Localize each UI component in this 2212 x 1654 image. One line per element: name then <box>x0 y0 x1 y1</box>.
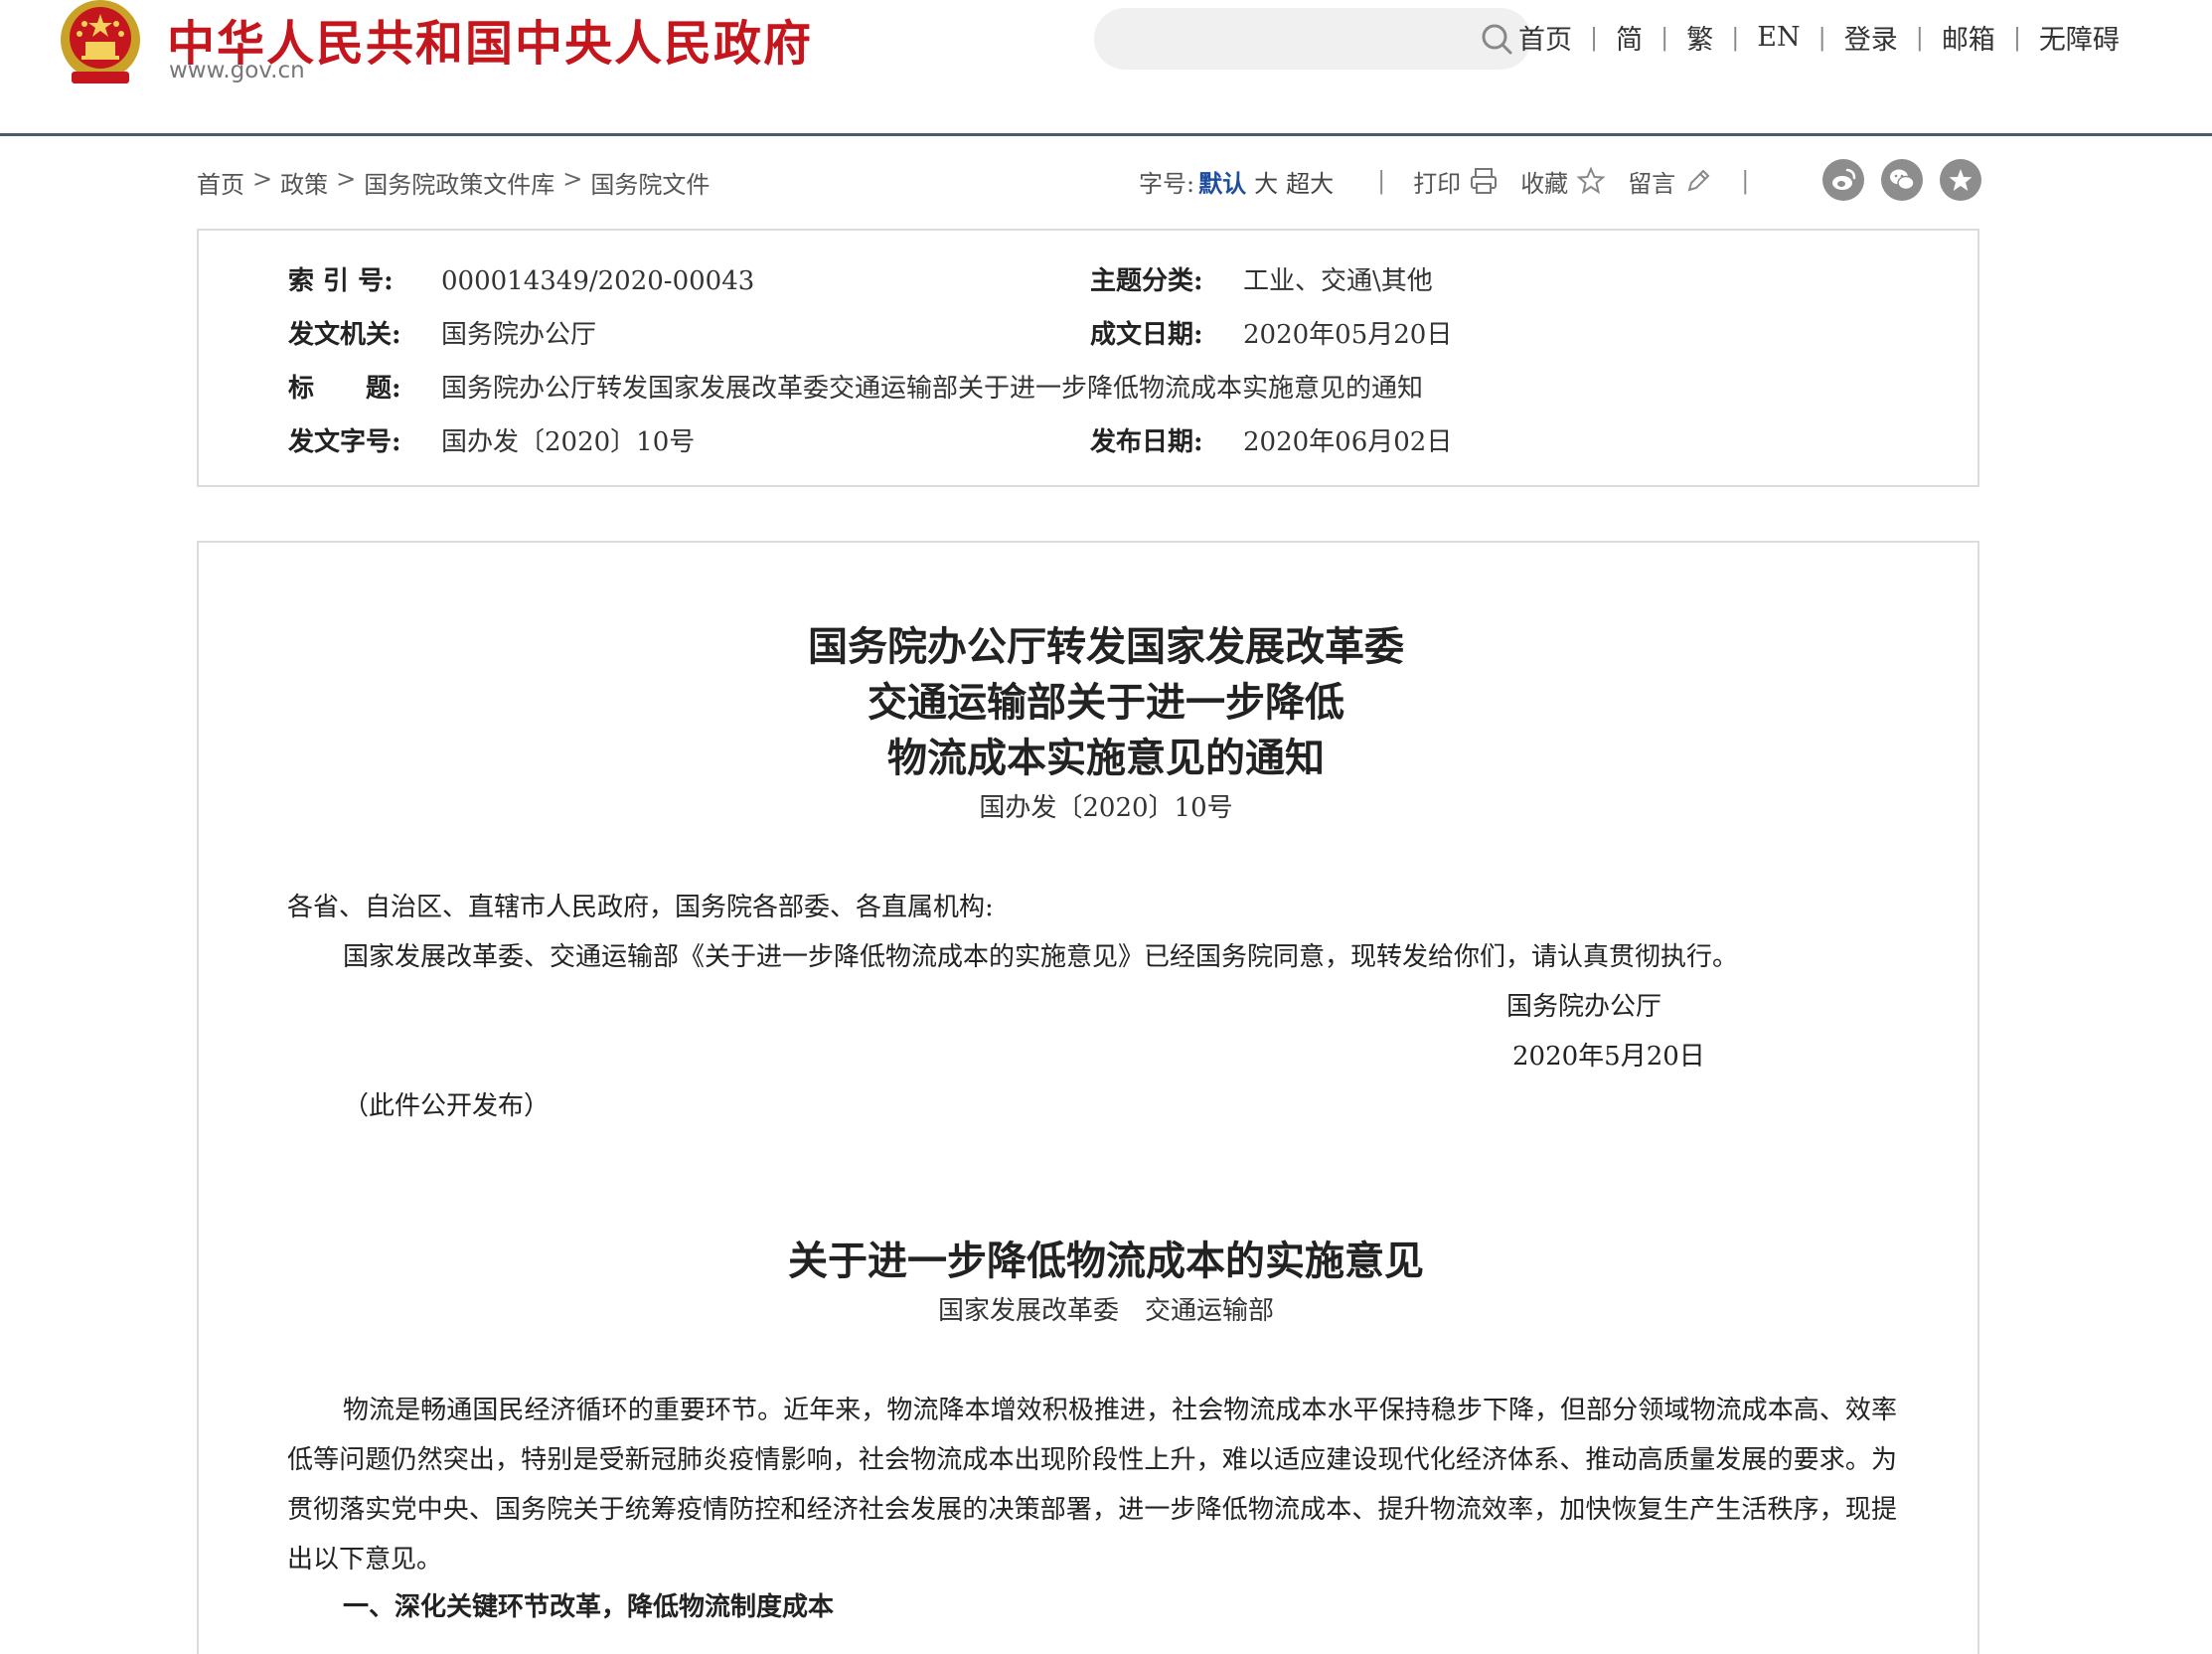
wechat-share-button[interactable] <box>1881 159 1923 201</box>
header-divider <box>0 133 2212 136</box>
top-nav: 首页 | 简 | 繁 | EN | 登录 | 邮箱 | 无障碍 <box>1518 18 2120 57</box>
info-topic-value: 工业、交通\其他 <box>1243 266 1433 296</box>
info-issuer-value: 国务院办公厅 <box>441 320 597 350</box>
breadcrumb: 首页 > 政策 > 国务院政策文件库 > 国务院文件 <box>197 165 710 200</box>
document-title-line-2: 交通运输部关于进一步降低 <box>868 679 1344 726</box>
nav-accessibility[interactable]: 无障碍 <box>2039 18 2120 57</box>
toolbar-divider: | <box>1741 167 1750 195</box>
article-toolbar: 字号: 默认 大 超大 | 打印 收藏 留言 | <box>1139 161 1749 201</box>
nav-divider: | <box>1660 23 1669 52</box>
star-outline-icon[interactable] <box>1576 166 1606 196</box>
print-icon[interactable] <box>1469 166 1499 196</box>
nav-login[interactable]: 登录 <box>1844 18 1898 57</box>
info-written-label: 成文日期: <box>1090 320 1203 350</box>
signer: 国务院办公厅 <box>1506 992 1662 1022</box>
sign-date: 2020年5月20日 <box>1512 1042 1705 1072</box>
comment-button-label[interactable]: 留言 <box>1628 164 1675 199</box>
breadcrumb-separator: > <box>562 165 583 193</box>
breadcrumb-policy-library[interactable]: 国务院政策文件库 <box>364 165 554 200</box>
favorite-share-button[interactable] <box>1940 159 1981 201</box>
info-docno-label: 发文字号: <box>288 427 401 457</box>
print-button-label[interactable]: 打印 <box>1413 164 1461 199</box>
search-input[interactable] <box>1094 8 1531 70</box>
info-docno-value: 国办发〔2020〕10号 <box>441 427 696 457</box>
opinion-title: 关于进一步降低物流成本的实施意见 <box>788 1238 1424 1284</box>
document-number: 国办发〔2020〕10号 <box>979 793 1233 823</box>
info-written-date: 成文日期: 2020年05月20日 <box>1090 314 1452 351</box>
info-topic: 主题分类: 工业、交通\其他 <box>1090 260 1433 297</box>
weibo-share-button[interactable] <box>1822 159 1864 201</box>
document-title-line-1: 国务院办公厅转发国家发展改革委 <box>808 623 1404 670</box>
info-doc-number: 发文字号: 国办发〔2020〕10号 <box>288 421 695 458</box>
nav-english[interactable]: EN <box>1757 22 1800 53</box>
info-topic-label: 主题分类: <box>1090 266 1203 296</box>
public-release-note: （此件公开发布） <box>343 1091 551 1121</box>
info-title-label: 标 题: <box>288 374 401 404</box>
nav-divider: | <box>1915 23 1924 52</box>
info-index-label: 索 引 号: <box>288 266 394 296</box>
toolbar-divider: | <box>1377 167 1386 195</box>
nav-divider: | <box>1731 23 1740 52</box>
info-title-value: 国务院办公厅转发国家发展改革委交通运输部关于进一步降低物流成本实施意见的通知 <box>441 374 1424 404</box>
font-size-xlarge[interactable]: 超大 <box>1286 164 1334 199</box>
breadcrumb-separator: > <box>336 165 357 193</box>
breadcrumb-policy[interactable]: 政策 <box>280 165 328 200</box>
info-published-value: 2020年06月02日 <box>1243 427 1453 457</box>
info-published-label: 发布日期: <box>1090 427 1203 457</box>
nav-divider: | <box>1590 23 1599 52</box>
info-written-value: 2020年05月20日 <box>1243 320 1453 350</box>
opinion-authors: 国家发展改革委 交通运输部 <box>937 1296 1274 1326</box>
favorite-button-label[interactable]: 收藏 <box>1520 164 1568 199</box>
info-issuer: 发文机关: 国务院办公厅 <box>288 314 596 351</box>
wechat-icon <box>1890 169 1915 191</box>
info-index: 索 引 号: 000014349/2020-00043 <box>288 260 754 297</box>
site-url[interactable]: www.gov.cn <box>169 58 305 83</box>
pencil-icon[interactable] <box>1683 166 1713 196</box>
font-size-large[interactable]: 大 <box>1254 164 1278 199</box>
nav-divider: | <box>2012 23 2021 52</box>
breadcrumb-separator: > <box>252 165 273 193</box>
nav-mailbox[interactable]: 邮箱 <box>1942 18 1995 57</box>
favorite-star-icon <box>1949 169 1973 191</box>
font-size-label: 字号: <box>1139 169 1195 198</box>
addressee: 各省、自治区、直辖市人民政府，国务院各部委、各直属机构: <box>287 893 994 922</box>
nav-divider: | <box>1817 23 1826 52</box>
breadcrumb-state-council-docs[interactable]: 国务院文件 <box>590 165 710 200</box>
nav-home[interactable]: 首页 <box>1518 18 1572 57</box>
nav-traditional[interactable]: 繁 <box>1686 18 1713 57</box>
document-title-line-3: 物流成本实施意见的通知 <box>887 735 1325 781</box>
info-published-date: 发布日期: 2020年06月02日 <box>1090 421 1452 458</box>
info-issuer-label: 发文机关: <box>288 320 401 350</box>
info-index-value: 000014349/2020-00043 <box>441 266 755 296</box>
breadcrumb-home[interactable]: 首页 <box>197 165 244 200</box>
font-size-default[interactable]: 默认 <box>1198 164 1246 199</box>
nav-simplified[interactable]: 简 <box>1616 18 1643 57</box>
site-header: 中华人民共和国中央人民政府 www.gov.cn 首页 | 简 | 繁 | EN… <box>0 0 2212 136</box>
info-title: 标 题: 国务院办公厅转发国家发展改革委交通运输部关于进一步降低物流成本实施意见的… <box>288 368 1423 405</box>
notice-paragraph: 国家发展改革委、交通运输部《关于进一步降低物流成本的实施意见》已经国务院同意，现… <box>343 942 1739 972</box>
body-paragraph: 物流是畅通国民经济循环的重要环节。近年来，物流降本增效积极推进，社会物流成本水平… <box>287 1396 1897 1574</box>
section-heading-one: 一、深化关键环节改革，降低物流制度成本 <box>343 1592 835 1622</box>
search-icon[interactable] <box>1480 22 1513 56</box>
weibo-icon <box>1832 168 1856 190</box>
national-emblem-icon[interactable] <box>58 0 143 87</box>
